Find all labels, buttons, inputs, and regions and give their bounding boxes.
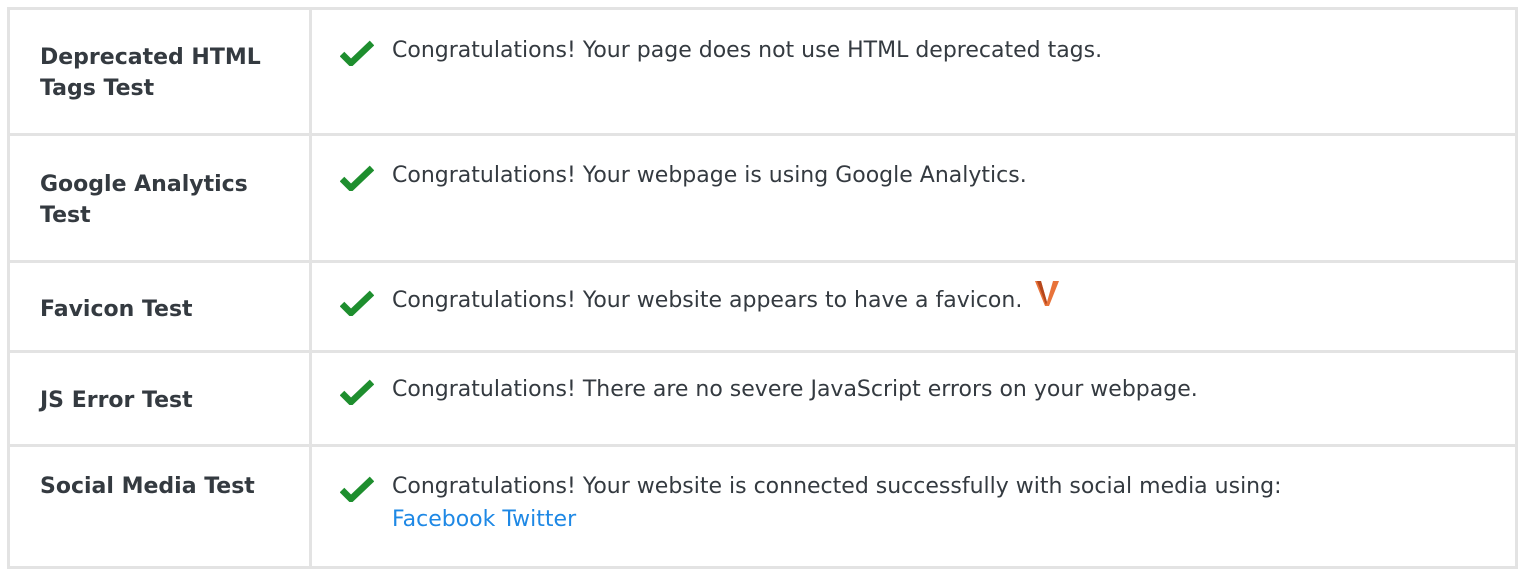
test-label: Favicon Test (40, 297, 193, 322)
test-message: Congratulations! Your webpage is using G… (392, 163, 1027, 188)
test-label: JS Error Test (40, 388, 193, 413)
test-result-cell: Congratulations! There are no severe Jav… (312, 353, 1515, 444)
test-label-cell: JS Error Test (10, 353, 312, 444)
test-label: Deprecated HTML Tags Test (40, 45, 261, 101)
test-result-cell: Congratulations! Your page does not use … (312, 10, 1515, 133)
test-result-cell: Congratulations! Your website is connect… (312, 447, 1515, 566)
test-message: Congratulations! Your page does not use … (392, 38, 1103, 63)
favicon-v-icon (1034, 278, 1060, 318)
twitter-link[interactable]: Twitter (502, 507, 576, 532)
test-row-favicon: Favicon Test Congratulations! Your websi… (10, 260, 1515, 350)
test-message: Congratulations! Your website appears to… (392, 288, 1023, 313)
seo-results-table: Deprecated HTML Tags Test Congratulation… (7, 7, 1518, 569)
test-message: Congratulations! Your website is connect… (392, 474, 1282, 499)
test-message-wrap: Congratulations! Your website is connect… (392, 470, 1282, 536)
check-icon (340, 476, 374, 502)
check-icon (340, 165, 374, 191)
test-row-social-media: Social Media Test Congratulations! Your … (10, 444, 1515, 566)
test-message: Congratulations! There are no severe Jav… (392, 377, 1198, 402)
test-label-cell: Google Analytics Test (10, 136, 312, 260)
test-message-wrap: Congratulations! Your website appears to… (392, 281, 1060, 318)
test-result-cell: Congratulations! Your website appears to… (312, 263, 1515, 350)
test-result-cell: Congratulations! Your webpage is using G… (312, 136, 1515, 260)
test-label-cell: Deprecated HTML Tags Test (10, 10, 312, 133)
test-row-google-analytics: Google Analytics Test Congratulations! Y… (10, 133, 1515, 260)
social-links: Facebook Twitter (392, 503, 1282, 536)
facebook-link[interactable]: Facebook (392, 507, 495, 532)
check-icon (340, 379, 374, 405)
check-icon (340, 40, 374, 66)
test-label-cell: Favicon Test (10, 263, 312, 350)
test-row-deprecated-html-tags: Deprecated HTML Tags Test Congratulation… (10, 10, 1515, 133)
test-label-cell: Social Media Test (10, 447, 312, 566)
check-icon (340, 290, 374, 316)
test-label: Google Analytics Test (40, 172, 248, 228)
test-label: Social Media Test (40, 474, 255, 499)
test-row-js-error: JS Error Test Congratulations! There are… (10, 350, 1515, 444)
